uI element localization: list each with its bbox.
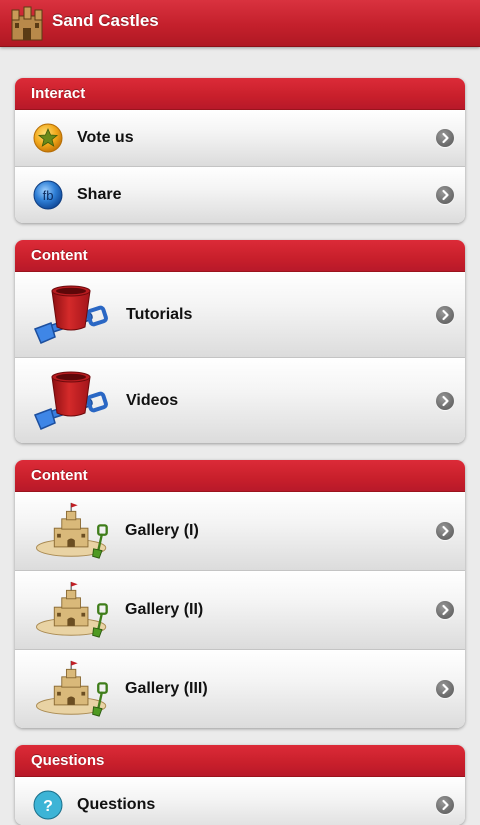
content-group-media: Content Tutorials Videos <box>15 240 465 443</box>
chevron-right-icon <box>436 796 454 814</box>
chevron-right-icon <box>436 305 454 324</box>
gallery-1-label: Gallery (I) <box>125 522 199 539</box>
videos-item[interactable]: Videos <box>15 358 465 443</box>
tutorials-item[interactable]: Tutorials <box>15 272 465 358</box>
interact-group: Interact Vote us fb Share <box>15 78 465 223</box>
gallery-1-item[interactable]: Gallery (I) <box>15 492 465 571</box>
content-group-gallery: Content Gallery (I) Gallery (II) Gallery… <box>15 460 465 728</box>
chevron-right-icon <box>436 522 454 540</box>
vote-us-label: Vote us <box>77 129 134 146</box>
share-label: Share <box>77 186 122 203</box>
castle-icon <box>11 6 43 41</box>
question-icon: ? <box>33 790 63 820</box>
share-item[interactable]: fb Share <box>15 167 465 223</box>
gallery-3-item[interactable]: Gallery (III) <box>15 650 465 728</box>
app-header: Sand Castles <box>0 0 480 47</box>
questions-group: Questions ? Questions <box>15 745 465 825</box>
chevron-right-icon <box>436 129 454 147</box>
chevron-right-icon <box>436 680 454 698</box>
questions-item[interactable]: ? Questions <box>15 777 465 825</box>
bucket-shovel-icon <box>33 369 109 431</box>
vote-us-item[interactable]: Vote us <box>15 110 465 167</box>
chevron-right-icon <box>436 391 454 410</box>
sandcastle-icon <box>35 502 108 560</box>
gallery-3-label: Gallery (III) <box>125 680 208 697</box>
app-title: Sand Castles <box>52 11 159 30</box>
group-header-questions: Questions <box>15 745 465 777</box>
chevron-right-icon <box>436 601 454 619</box>
facebook-icon: fb <box>33 180 63 210</box>
group-header-interact: Interact <box>15 78 465 110</box>
svg-text:fb: fb <box>43 188 54 203</box>
videos-label: Videos <box>126 391 179 409</box>
tutorials-label: Tutorials <box>126 305 193 323</box>
star-icon <box>33 123 63 153</box>
group-header-content: Content <box>15 240 465 272</box>
questions-label: Questions <box>77 796 156 813</box>
gallery-2-label: Gallery (II) <box>125 601 204 618</box>
svg-text:?: ? <box>43 798 53 815</box>
sandcastle-icon <box>35 581 108 639</box>
chevron-right-icon <box>436 186 454 204</box>
group-header-content: Content <box>15 460 465 492</box>
sandcastle-icon <box>35 660 108 718</box>
gallery-2-item[interactable]: Gallery (II) <box>15 571 465 650</box>
bucket-shovel-icon <box>33 283 109 345</box>
